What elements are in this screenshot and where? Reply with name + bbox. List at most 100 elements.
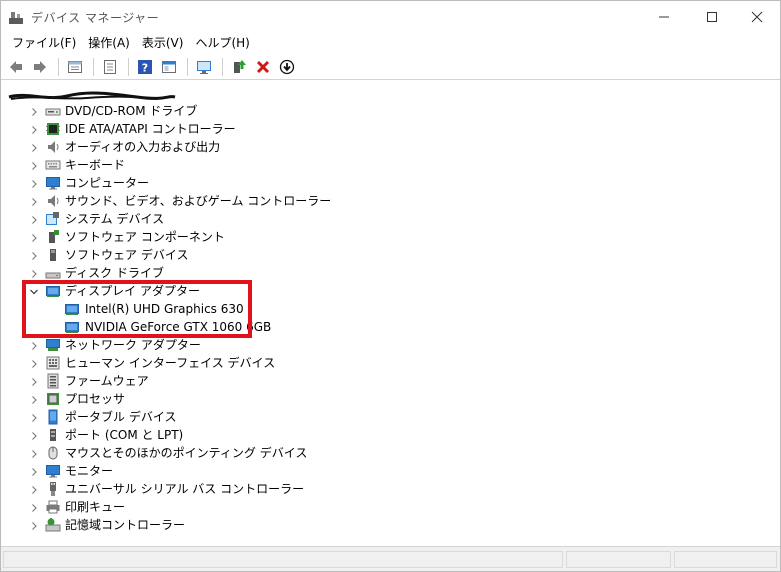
- view-button[interactable]: [158, 56, 180, 78]
- enable-device-button[interactable]: [276, 56, 298, 78]
- chevron-right-icon[interactable]: [29, 250, 39, 260]
- toolbar-separator: [128, 57, 129, 76]
- chevron-right-icon[interactable]: [29, 376, 39, 386]
- close-button[interactable]: [734, 1, 780, 32]
- chevron-right-icon[interactable]: [29, 448, 39, 458]
- chevron-right-icon[interactable]: [29, 232, 39, 242]
- back-arrow-icon: [10, 60, 22, 73]
- portable-device-icon: [48, 409, 58, 425]
- uninstall-icon: [256, 60, 270, 73]
- processor-icon: [47, 393, 59, 405]
- chevron-right-icon[interactable]: [29, 484, 39, 494]
- tree-category-label: ソフトウェア デバイス: [65, 248, 189, 262]
- tree-category-row[interactable]: ヒューマン インターフェイス デバイス: [1, 354, 601, 372]
- status-cell-tertiary: [674, 551, 777, 568]
- tree-category-row[interactable]: オーディオの入力および出力: [1, 138, 601, 156]
- driver-details-icon: [104, 59, 116, 74]
- chevron-right-icon[interactable]: [29, 520, 39, 530]
- maximize-button[interactable]: [689, 1, 735, 32]
- printer-icon: [46, 500, 60, 514]
- category-icon: [45, 157, 61, 173]
- category-icon: [45, 373, 61, 389]
- help-icon: ?: [138, 59, 152, 74]
- status-bar: [1, 546, 780, 571]
- toolbar-separator: [187, 57, 188, 76]
- tree-category-label: プロセッサ: [65, 392, 126, 406]
- chevron-right-icon[interactable]: [29, 160, 39, 170]
- properties-icon: [68, 60, 82, 73]
- tree-category-row[interactable]: ソフトウェア コンポーネント: [1, 228, 601, 246]
- category-icon: [45, 517, 61, 533]
- speaker-icon: [48, 141, 59, 153]
- chevron-right-icon[interactable]: [29, 268, 39, 278]
- chevron-right-icon[interactable]: [29, 394, 39, 404]
- toolbar-separator: [222, 57, 223, 76]
- category-icon: [45, 139, 61, 155]
- device-tree[interactable]: DVD/CD-ROM ドライブ IDE ATA/ATAPI コントローラーオーディ…: [1, 81, 780, 545]
- forward-button[interactable]: [29, 56, 51, 78]
- menu-file[interactable]: ファイル(F): [7, 34, 81, 51]
- ide-controller-icon: [46, 123, 60, 135]
- uninstall-button[interactable]: [252, 56, 274, 78]
- tree-category-row[interactable]: DVD/CD-ROM ドライブ: [1, 102, 601, 120]
- chevron-right-icon[interactable]: [29, 142, 39, 152]
- chevron-right-icon[interactable]: [29, 340, 39, 350]
- tree-category-row[interactable]: プロセッサ: [1, 390, 601, 408]
- category-icon: [45, 103, 61, 119]
- properties-button[interactable]: [64, 56, 86, 78]
- tree-category-label: オーディオの入力および出力: [65, 140, 221, 154]
- tree-category-label: ネットワーク アダプター: [65, 338, 201, 352]
- chevron-right-icon[interactable]: [29, 196, 39, 206]
- tree-category-label: ヒューマン インターフェイス デバイス: [65, 356, 276, 370]
- menu-view[interactable]: 表示(V): [137, 34, 189, 51]
- tree-category-row[interactable]: システム デバイス: [1, 210, 601, 228]
- menu-action[interactable]: 操作(A): [83, 34, 135, 51]
- status-cell-secondary: [566, 551, 671, 568]
- port-icon: [50, 429, 56, 441]
- chevron-right-icon[interactable]: [29, 358, 39, 368]
- tree-category-row[interactable]: ソフトウェア デバイス: [1, 246, 601, 264]
- chevron-right-icon[interactable]: [29, 106, 39, 116]
- category-icon: [45, 121, 61, 137]
- menu-help[interactable]: ヘルプ(H): [190, 34, 254, 51]
- title-bar[interactable]: デバイス マネージャー: [1, 1, 780, 32]
- tree-category-row[interactable]: マウスとそのほかのポインティング デバイス: [1, 444, 601, 462]
- tree-category-row[interactable]: 記憶域コントローラー: [1, 516, 601, 534]
- tree-category-row[interactable]: 印刷キュー: [1, 498, 601, 516]
- chevron-right-icon[interactable]: [29, 214, 39, 224]
- forward-arrow-icon: [34, 60, 46, 73]
- software-component-icon: [49, 230, 59, 243]
- tree-category-row[interactable]: キーボード: [1, 156, 601, 174]
- tree-category-row[interactable]: モニター: [1, 462, 601, 480]
- chevron-right-icon[interactable]: [29, 502, 39, 512]
- tree-category-row[interactable]: ポータブル デバイス: [1, 408, 601, 426]
- toolbar-separator: [93, 57, 94, 76]
- chevron-right-icon[interactable]: [29, 412, 39, 422]
- tree-category-label: ポータブル デバイス: [65, 410, 177, 424]
- category-icon: [45, 265, 61, 281]
- tree-category-row[interactable]: ネットワーク アダプター: [1, 336, 601, 354]
- hid-icon: [46, 356, 60, 370]
- update-driver-icon: [234, 59, 246, 73]
- chevron-right-icon[interactable]: [29, 178, 39, 188]
- chevron-right-icon[interactable]: [29, 466, 39, 476]
- disk-drive-icon: [45, 272, 61, 279]
- tree-category-row[interactable]: IDE ATA/ATAPI コントローラー: [1, 120, 601, 138]
- tree-category-row[interactable]: コンピューター: [1, 174, 601, 192]
- scan-hardware-button[interactable]: [193, 56, 215, 78]
- tree-category-row[interactable]: サウンド、ビデオ、およびゲーム コントローラー: [1, 192, 601, 210]
- tree-category-row[interactable]: ユニバーサル シリアル バス コントローラー: [1, 480, 601, 498]
- tree-category-row[interactable]: ポート (COM と LPT): [1, 426, 601, 444]
- back-button[interactable]: [5, 56, 27, 78]
- update-driver-button[interactable]: [228, 56, 250, 78]
- help-button[interactable]: ?: [134, 56, 156, 78]
- chevron-right-icon[interactable]: [29, 430, 39, 440]
- chevron-right-icon[interactable]: [29, 124, 39, 134]
- tree-category-label: マウスとそのほかのポインティング デバイス: [65, 446, 308, 460]
- category-icon: [45, 355, 61, 371]
- category-icon: [45, 175, 61, 191]
- driver-details-button[interactable]: [99, 56, 121, 78]
- tree-category-label: ポート (COM と LPT): [65, 428, 184, 442]
- tree-category-row[interactable]: ファームウェア: [1, 372, 601, 390]
- minimize-button[interactable]: [641, 1, 687, 32]
